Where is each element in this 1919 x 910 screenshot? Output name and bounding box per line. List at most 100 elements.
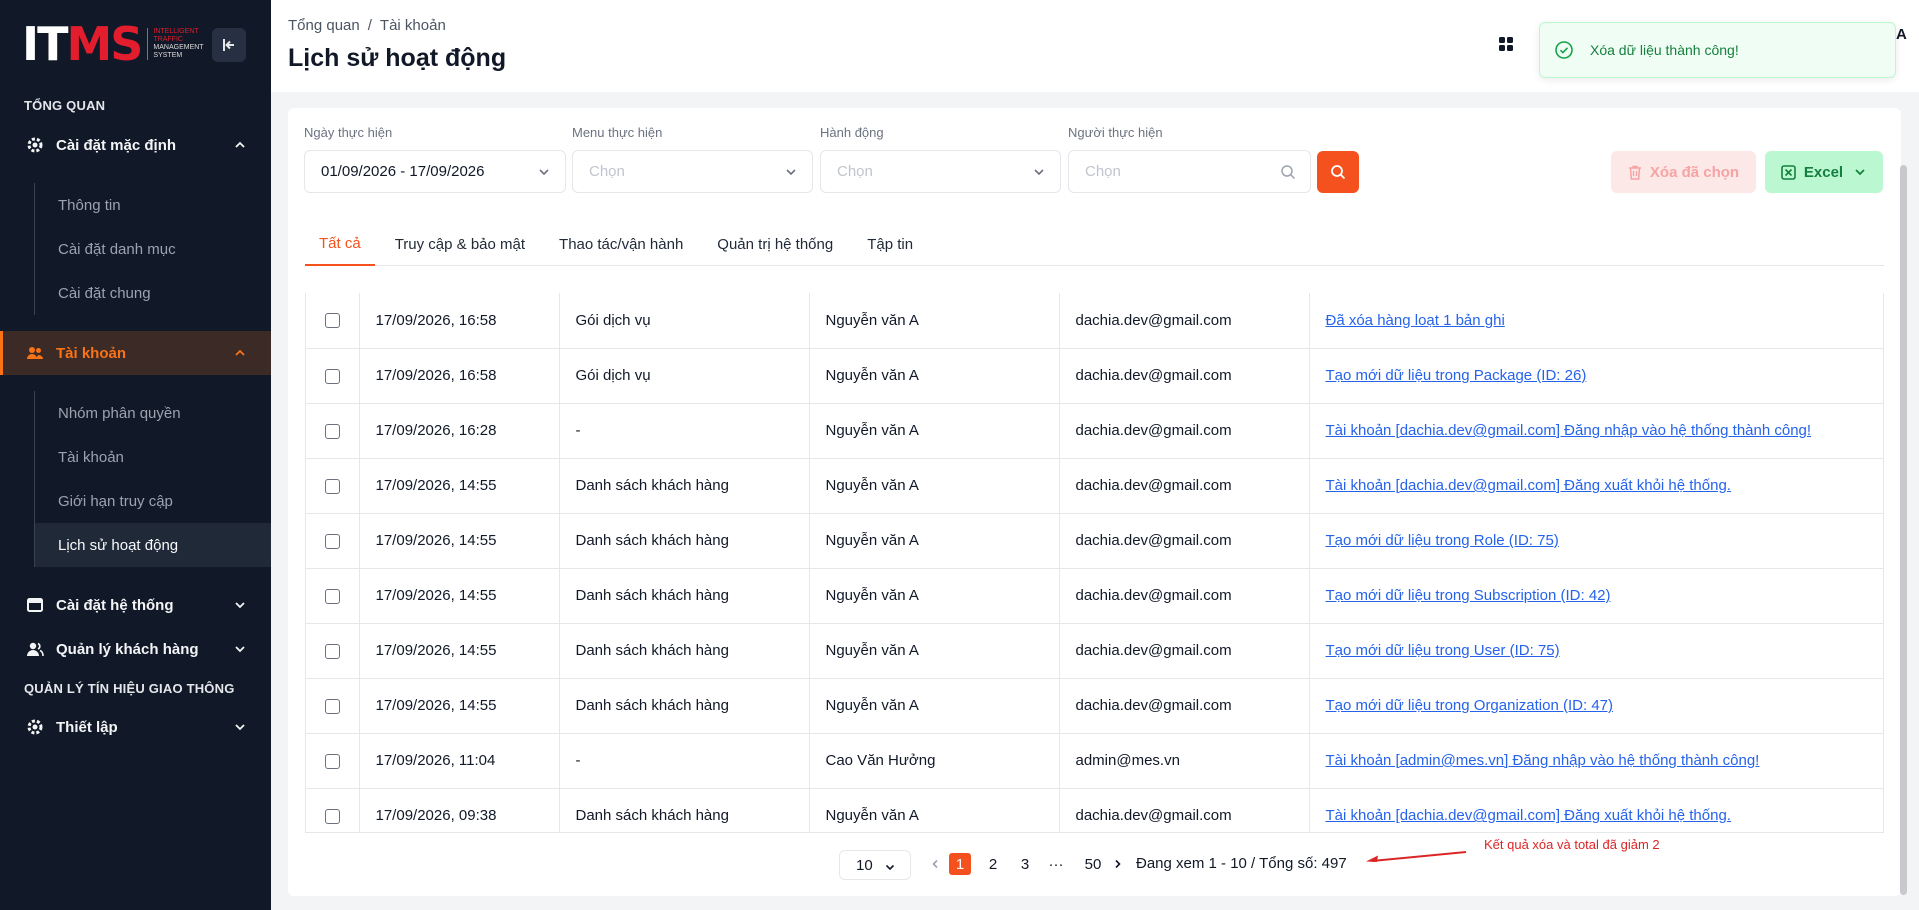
section-overview: TỔNG QUAN (24, 98, 106, 113)
cell-user: Nguyễn văn A (809, 348, 1060, 404)
row-select-cell (306, 403, 360, 459)
sub-item-info[interactable]: Thông tin (35, 183, 271, 227)
description-link[interactable]: Tài khoản [admin@mes.vn] Đăng nhập vào h… (1326, 752, 1760, 769)
cell-user: Nguyễn văn A (809, 513, 1060, 569)
cell-description: Tạo mới dữ liệu trong Role (ID: 75) (1309, 513, 1883, 569)
logo: ITMS INTELLIGENT TRAFFIC MANAGEMENT SYST… (22, 17, 204, 71)
sub-item-category-settings[interactable]: Cài đặt danh mục (35, 227, 271, 271)
nav-system-settings[interactable]: Cài đặt hệ thống (0, 583, 271, 627)
row-checkbox[interactable] (324, 588, 340, 604)
sidebar: ITMS INTELLIGENT TRAFFIC MANAGEMENT SYST… (0, 0, 271, 910)
tab-all[interactable]: Tất cả (305, 222, 375, 266)
cell-user: Cao Văn Hưởng (809, 733, 1060, 789)
next-page-icon[interactable] (1112, 858, 1124, 870)
tab-operations[interactable]: Thao tác/vận hành (545, 222, 697, 266)
row-checkbox[interactable] (324, 533, 340, 549)
sub-item-activity-history[interactable]: Lịch sử hoạt động (35, 523, 271, 567)
category-tabs: Tất cả Truy cập & bảo mật Thao tác/vận h… (305, 222, 1884, 266)
nav-accounts-label: Tài khoản (56, 344, 127, 362)
success-toast: Xóa dữ liệu thành công! (1539, 22, 1896, 78)
description-link[interactable]: Tài khoản [dachia.dev@gmail.com] Đăng nh… (1326, 422, 1812, 439)
default-settings-submenu: Thông tin Cài đặt danh mục Cài đặt chung (34, 183, 271, 315)
nav-default-settings-label: Cài đặt mặc định (56, 136, 177, 154)
cell-menu: Danh sách khách hàng (559, 513, 810, 569)
cell-user: Nguyễn văn A (809, 788, 1060, 832)
row-checkbox[interactable] (324, 423, 340, 439)
chevron-down-icon (885, 864, 895, 871)
page-size-select[interactable]: 10 (839, 850, 911, 880)
cell-menu: Danh sách khách hàng (559, 568, 810, 624)
sub-item-general-settings[interactable]: Cài đặt chung (35, 271, 271, 315)
row-checkbox[interactable] (324, 753, 340, 769)
description-link[interactable]: Tạo mới dữ liệu trong Role (ID: 75) (1326, 532, 1559, 549)
row-checkbox[interactable] (324, 368, 340, 384)
chevron-up-icon (235, 349, 245, 356)
cell-description: Tạo mới dữ liệu trong Subscription (ID: … (1309, 568, 1883, 624)
row-select-cell (306, 733, 360, 789)
description-link[interactable]: Tạo mới dữ liệu trong Subscription (ID: … (1326, 587, 1611, 604)
sub-item-accounts[interactable]: Tài khoản (35, 435, 271, 479)
page-2[interactable]: 2 (982, 853, 1004, 875)
cell-email: dachia.dev@gmail.com (1059, 678, 1310, 734)
page-ellipsis[interactable]: ··· (1045, 853, 1067, 875)
page-3[interactable]: 3 (1014, 853, 1036, 875)
cell-time: 17/09/2026, 14:55 (359, 513, 560, 569)
search-button[interactable] (1317, 151, 1359, 193)
cell-email: admin@mes.vn (1059, 733, 1310, 789)
page-scrollbar[interactable] (1900, 165, 1907, 895)
row-checkbox[interactable] (324, 808, 340, 824)
row-checkbox[interactable] (324, 698, 340, 714)
cell-email: dachia.dev@gmail.com (1059, 348, 1310, 404)
cell-email: dachia.dev@gmail.com (1059, 513, 1310, 569)
cell-description: Tài khoản [dachia.dev@gmail.com] Đăng xu… (1309, 458, 1883, 514)
cell-time: 17/09/2026, 16:28 (359, 403, 560, 459)
delete-selected-button[interactable]: Xóa đã chọn (1611, 151, 1756, 193)
nav-customers[interactable]: Quản lý khách hàng (0, 627, 271, 671)
date-range-picker[interactable]: 01/09/2026 - 17/09/2026 (304, 150, 566, 193)
description-link[interactable]: Tạo mới dữ liệu trong Package (ID: 26) (1326, 367, 1587, 384)
sub-item-access-limits[interactable]: Giới hạn truy cập (35, 479, 271, 523)
row-checkbox[interactable] (324, 643, 340, 659)
tab-system-admin[interactable]: Quản trị hệ thống (703, 222, 847, 266)
description-link[interactable]: Tài khoản [dachia.dev@gmail.com] Đăng xu… (1326, 477, 1731, 494)
cell-user: Nguyễn văn A (809, 403, 1060, 459)
row-checkbox[interactable] (324, 313, 340, 329)
annotation-arrow-icon (1366, 851, 1467, 862)
page-1[interactable]: 1 (949, 853, 971, 875)
description-link[interactable]: Tài khoản [dachia.dev@gmail.com] Đăng xu… (1326, 807, 1731, 824)
cell-menu: Gói dịch vụ (559, 348, 810, 404)
nav-default-settings[interactable]: Cài đặt mặc định (0, 123, 271, 167)
activity-log-card: Ngày thực hiện 01/09/2026 - 17/09/2026 M… (288, 108, 1901, 896)
user-avatar-initial[interactable]: A (1896, 26, 1907, 43)
excel-icon (1781, 164, 1796, 180)
cell-description: Tài khoản [admin@mes.vn] Đăng nhập vào h… (1309, 733, 1883, 789)
nav-system-settings-label: Cài đặt hệ thống (56, 596, 174, 614)
nav-setup[interactable]: Thiết lập (0, 705, 271, 749)
tab-access-security[interactable]: Truy cập & bảo mật (381, 222, 539, 266)
description-link[interactable]: Tạo mới dữ liệu trong Organization (ID: … (1326, 697, 1614, 714)
breadcrumb-overview[interactable]: Tổng quan (288, 17, 360, 34)
sidebar-collapse-button[interactable] (212, 28, 246, 62)
breadcrumb-accounts[interactable]: Tài khoản (380, 17, 446, 34)
action-select[interactable]: Chọn (820, 150, 1061, 193)
toast-message: Xóa dữ liệu thành công! (1590, 42, 1739, 58)
nav-accounts[interactable]: Tài khoản (0, 331, 271, 375)
description-link[interactable]: Tạo mới dữ liệu trong User (ID: 75) (1326, 642, 1560, 659)
menu-select[interactable]: Chọn (572, 150, 813, 193)
apps-grid-icon[interactable] (1498, 36, 1514, 52)
excel-export-button[interactable]: Excel (1765, 151, 1883, 193)
action-filter-label: Hành động (820, 125, 884, 140)
description-link[interactable]: Đã xóa hàng loạt 1 bản ghi (1326, 312, 1505, 329)
date-range-value: 01/09/2026 - 17/09/2026 (321, 163, 485, 180)
row-checkbox[interactable] (324, 478, 340, 494)
logo-text: ITMS (22, 17, 143, 71)
cell-time: 17/09/2026, 09:38 (359, 788, 560, 832)
chevron-down-icon (786, 169, 796, 176)
prev-page-icon[interactable] (929, 858, 941, 870)
page-50[interactable]: 50 (1080, 853, 1106, 875)
user-search-input[interactable]: Chọn (1068, 150, 1311, 193)
excel-label: Excel (1803, 163, 1844, 181)
tab-files[interactable]: Tập tin (853, 222, 927, 266)
row-select-cell (306, 348, 360, 404)
sub-item-permission-groups[interactable]: Nhóm phân quyền (35, 391, 271, 435)
